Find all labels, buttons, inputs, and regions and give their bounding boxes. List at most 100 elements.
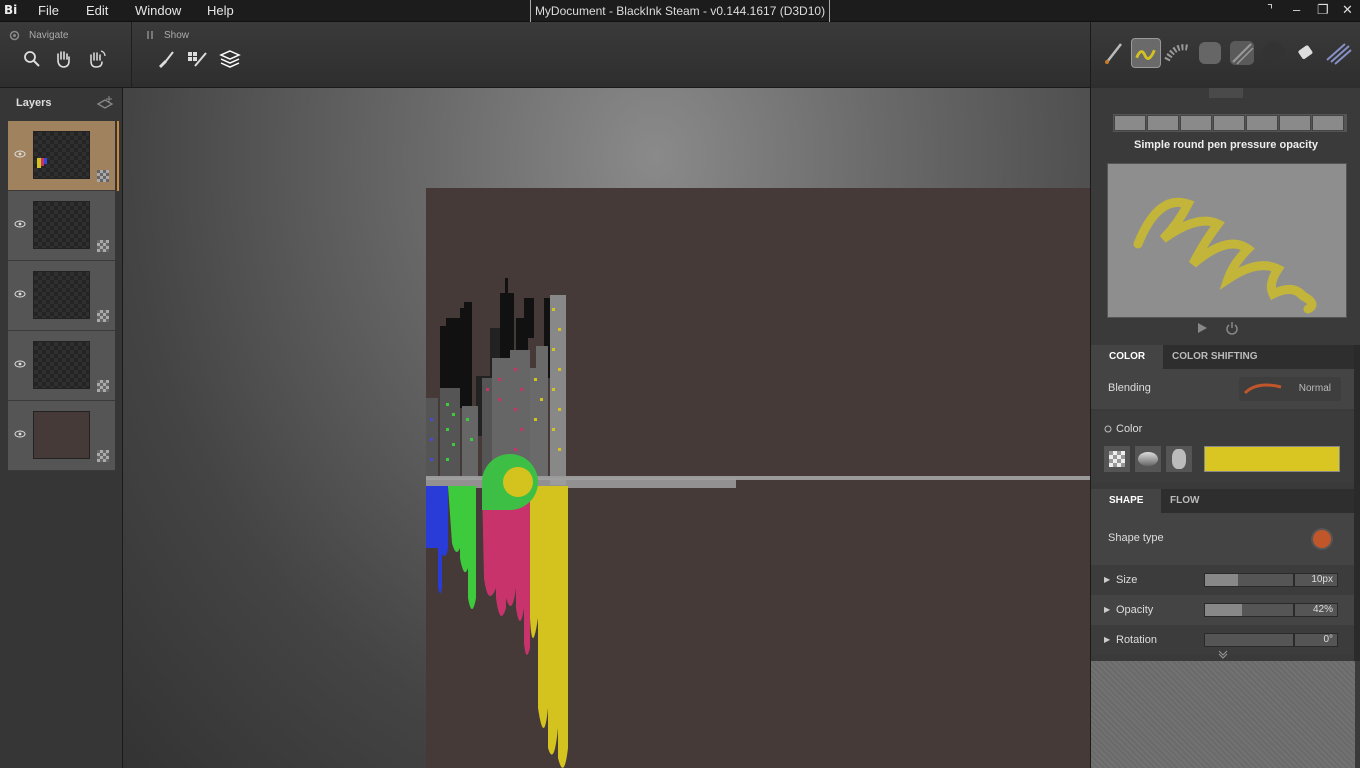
panel-scrollbar[interactable] bbox=[1354, 345, 1360, 661]
canvas-viewport[interactable] bbox=[123, 88, 1090, 768]
soft-brush-icon[interactable] bbox=[1195, 38, 1225, 68]
show-label: Show bbox=[164, 30, 190, 41]
size-slider[interactable] bbox=[1204, 573, 1294, 587]
visibility-eye-icon[interactable] bbox=[14, 289, 26, 299]
layer-mask-icon bbox=[97, 240, 109, 252]
tab-shape[interactable]: SHAPE bbox=[1091, 489, 1162, 513]
expand-rotation-icon[interactable]: ▶ bbox=[1104, 635, 1110, 644]
visibility-eye-icon[interactable] bbox=[14, 359, 26, 369]
hatch-brush-icon[interactable] bbox=[1227, 38, 1257, 68]
layers-title: Layers bbox=[16, 97, 52, 109]
tab-color-shifting[interactable]: COLOR SHIFTING bbox=[1154, 345, 1276, 369]
menu-window[interactable]: Window bbox=[135, 3, 181, 18]
color-grid-icon[interactable] bbox=[1104, 446, 1130, 472]
size-value[interactable]: 10px bbox=[1294, 573, 1338, 587]
power-icon[interactable] bbox=[1225, 321, 1239, 335]
blur-brush-icon[interactable] bbox=[1259, 38, 1289, 68]
rotation-slider[interactable] bbox=[1204, 633, 1294, 647]
window-title: MyDocument - BlackInk Steam - v0.144.161… bbox=[530, 0, 830, 22]
visibility-eye-icon[interactable] bbox=[14, 429, 26, 439]
layer-item[interactable] bbox=[8, 121, 119, 191]
preset-swatch[interactable] bbox=[1279, 115, 1311, 131]
layer-item[interactable] bbox=[8, 401, 115, 471]
color-picker-face-icon[interactable] bbox=[1166, 446, 1192, 472]
layer-thumbnail bbox=[33, 341, 90, 389]
rotation-value[interactable]: 0° bbox=[1294, 633, 1338, 647]
navigate-gear-icon bbox=[9, 30, 20, 41]
minimize-icon[interactable]: – bbox=[1293, 2, 1300, 17]
brush-properties-panel: Simple round pen pressure opacity COLOR … bbox=[1090, 88, 1360, 768]
menu-file[interactable]: File bbox=[38, 3, 59, 18]
rotate-hand-icon[interactable] bbox=[85, 48, 107, 70]
color-row: Color bbox=[1091, 411, 1355, 483]
shape-type-row: Shape type bbox=[1091, 513, 1355, 565]
texture-brush-icon[interactable] bbox=[1163, 38, 1193, 68]
preset-swatch[interactable] bbox=[1114, 115, 1146, 131]
layer-thumbnail bbox=[33, 201, 90, 249]
pen-brush-icon[interactable] bbox=[1099, 38, 1129, 68]
blending-label: Blending bbox=[1108, 382, 1151, 394]
tab-color[interactable]: COLOR bbox=[1091, 345, 1164, 369]
layer-item[interactable] bbox=[8, 331, 115, 401]
layer-thumbnail bbox=[33, 271, 90, 319]
eraser-icon[interactable] bbox=[1291, 38, 1321, 68]
blending-value: Normal bbox=[1298, 383, 1331, 394]
size-row: ▶ Size 10px bbox=[1091, 565, 1355, 595]
opacity-slider[interactable] bbox=[1204, 603, 1294, 617]
preset-swatch[interactable] bbox=[1312, 115, 1344, 131]
show-brush-icon[interactable] bbox=[155, 48, 177, 70]
color-label: Color bbox=[1116, 423, 1143, 435]
size-label: Size bbox=[1116, 574, 1138, 586]
blending-row: Blending Normal bbox=[1091, 369, 1355, 409]
color-radio-icon[interactable] bbox=[1104, 425, 1112, 433]
preset-swatch[interactable] bbox=[1213, 115, 1245, 131]
preset-swatch[interactable] bbox=[1246, 115, 1278, 131]
menu-help[interactable]: Help bbox=[207, 3, 234, 18]
artboard[interactable] bbox=[426, 188, 1090, 768]
preset-swatch[interactable] bbox=[1147, 115, 1179, 131]
pan-hand-icon[interactable] bbox=[52, 48, 74, 70]
expand-opacity-icon[interactable]: ▶ bbox=[1104, 605, 1110, 614]
color-wheel-icon[interactable] bbox=[1135, 446, 1161, 472]
preset-swatch[interactable] bbox=[1180, 115, 1212, 131]
shape-round-icon[interactable] bbox=[1310, 527, 1334, 551]
rotation-label: Rotation bbox=[1116, 634, 1157, 646]
restore-corner-icon[interactable]: ⌝ bbox=[1267, 2, 1273, 18]
toolbar: Navigate Show bbox=[0, 22, 1090, 88]
add-layer-icon[interactable] bbox=[96, 94, 114, 112]
toolbar-separator bbox=[131, 22, 132, 88]
close-icon[interactable]: ✕ bbox=[1342, 2, 1353, 18]
visibility-eye-icon[interactable] bbox=[14, 149, 26, 159]
artwork-cityscape bbox=[426, 278, 1090, 768]
panel-empty-area bbox=[1091, 661, 1355, 768]
show-layers-icon[interactable] bbox=[219, 48, 241, 70]
maximize-icon[interactable]: ❐ bbox=[1317, 2, 1329, 18]
app-logo: Bi bbox=[4, 3, 18, 17]
show-grid-brush-icon[interactable] bbox=[186, 48, 208, 70]
menu-edit[interactable]: Edit bbox=[86, 3, 108, 18]
layer-thumbnail bbox=[33, 411, 90, 459]
expand-handle[interactable] bbox=[1209, 88, 1243, 98]
play-icon[interactable] bbox=[1195, 321, 1209, 335]
round-pen-brush-icon[interactable] bbox=[1131, 38, 1161, 68]
layer-item[interactable] bbox=[8, 261, 115, 331]
layers-panel: Layers bbox=[0, 88, 123, 768]
smudge-brush-icon[interactable] bbox=[1323, 38, 1353, 68]
layer-mask-icon bbox=[97, 450, 109, 462]
tab-flow[interactable]: FLOW bbox=[1152, 489, 1217, 513]
show-grip-icon bbox=[147, 31, 153, 39]
brush-name: Simple round pen pressure opacity bbox=[1134, 139, 1318, 151]
more-chevron-icon[interactable] bbox=[1217, 649, 1229, 659]
layer-mask-icon bbox=[97, 380, 109, 392]
blending-select[interactable]: Normal bbox=[1239, 377, 1341, 401]
opacity-value[interactable]: 42% bbox=[1294, 603, 1338, 617]
navigate-label: Navigate bbox=[29, 30, 69, 41]
shape-tabbar: SHAPE FLOW bbox=[1091, 489, 1355, 513]
zoom-icon[interactable] bbox=[21, 48, 43, 70]
expand-size-icon[interactable]: ▶ bbox=[1104, 575, 1110, 584]
shape-type-label: Shape type bbox=[1108, 532, 1164, 544]
current-color-swatch[interactable] bbox=[1204, 446, 1340, 472]
stroke-preview bbox=[1107, 163, 1347, 318]
visibility-eye-icon[interactable] bbox=[14, 219, 26, 229]
layer-item[interactable] bbox=[8, 191, 115, 261]
